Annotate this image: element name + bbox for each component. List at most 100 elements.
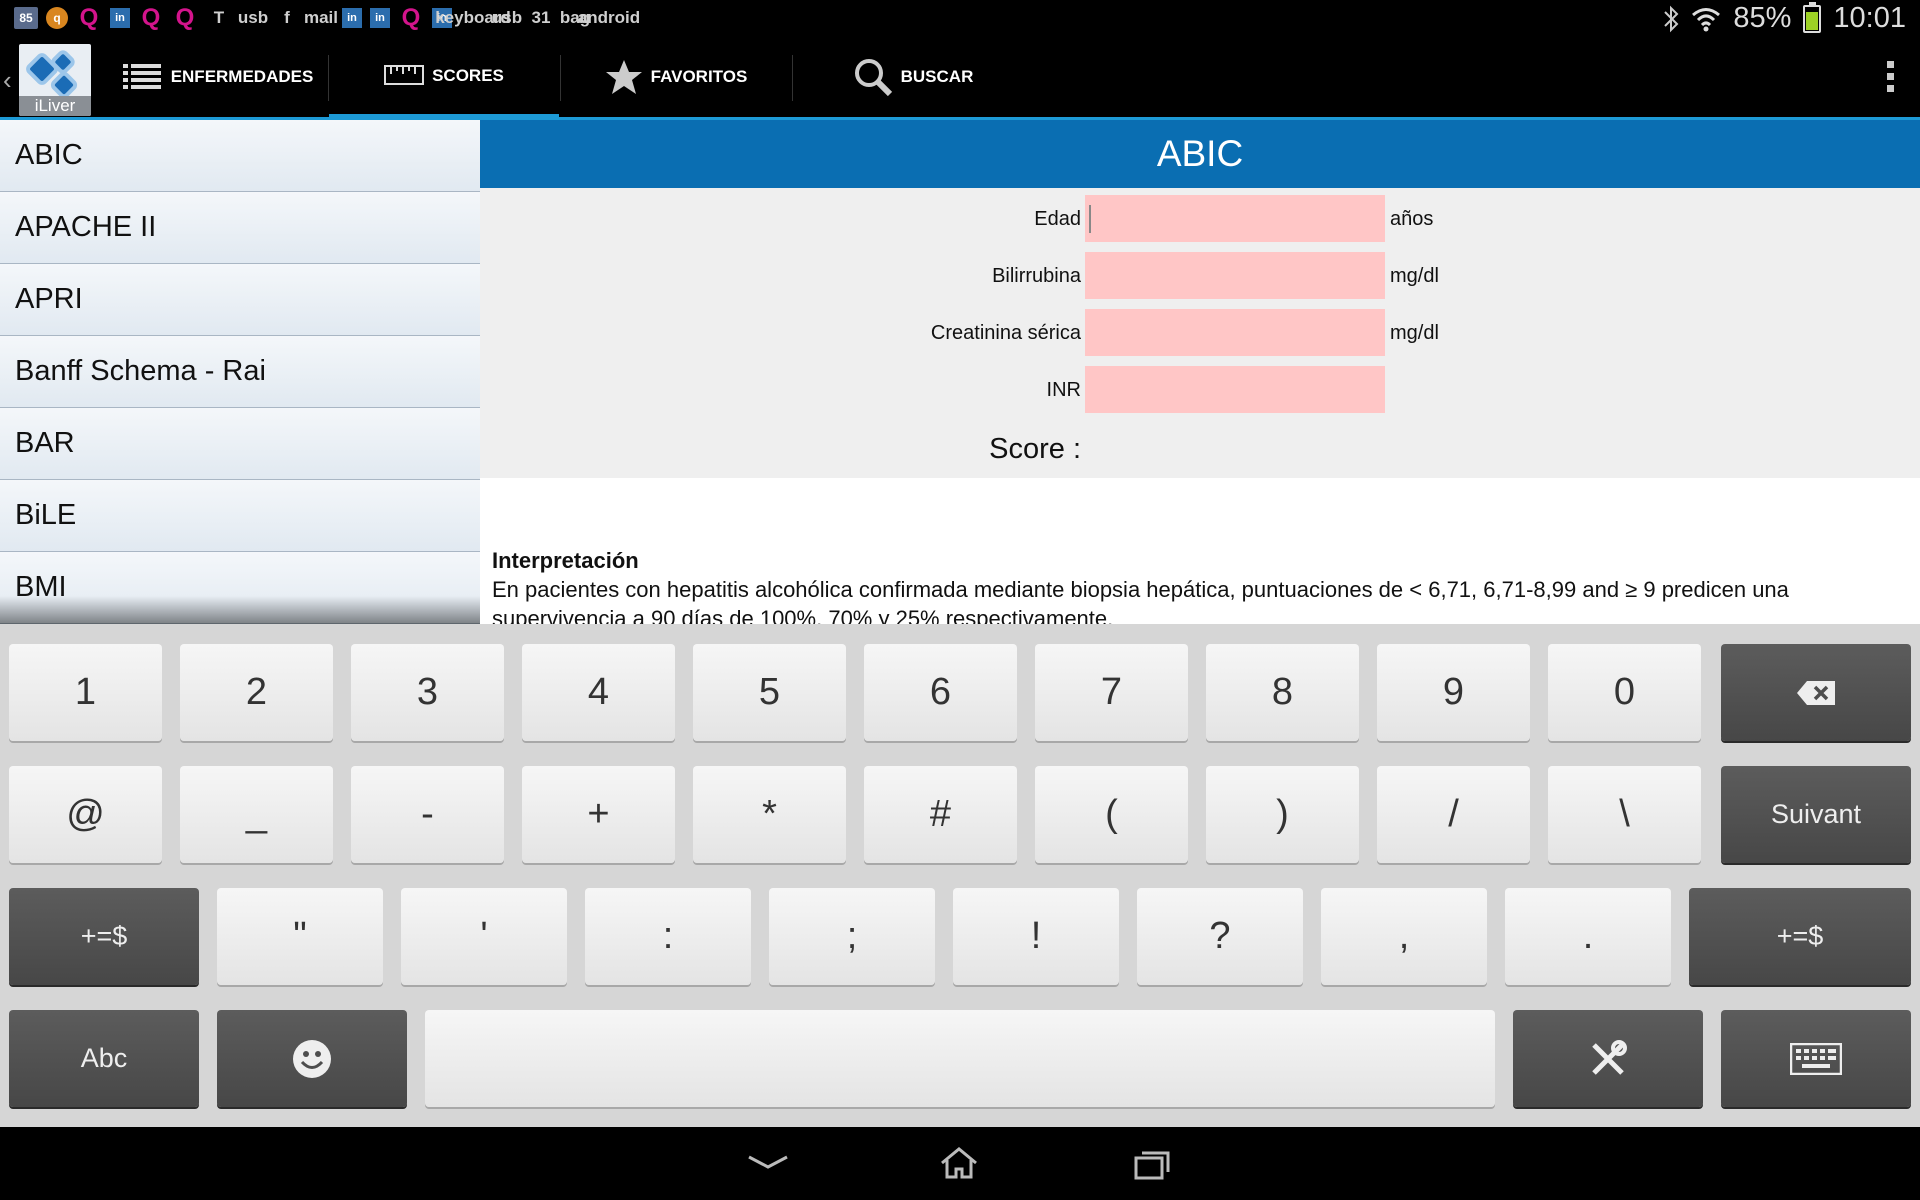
space-key[interactable] [425, 1010, 1495, 1107]
key-label: 9 [1442, 671, 1465, 713]
field-unit: años [1390, 208, 1434, 230]
inr-input[interactable] [1085, 366, 1385, 413]
key-label: Abc [80, 1043, 128, 1073]
overflow-menu-icon[interactable] [1887, 61, 1894, 92]
key-label: ? [1209, 915, 1231, 957]
keyboard-key[interactable]: ? [1137, 888, 1303, 985]
keyboard-key[interactable]: / [1377, 766, 1530, 863]
key-label: 7 [1100, 671, 1123, 713]
list-item[interactable]: Banff Schema - Rai [0, 336, 480, 408]
chevron-left-icon[interactable]: ‹ [3, 65, 12, 96]
key-label: - [421, 793, 434, 835]
key-label: ! [1030, 915, 1042, 957]
wifi-icon [1692, 7, 1721, 31]
calculator-form: Edad años Bilirrubina mg/dl Creatinina s… [480, 188, 1920, 478]
key-label: \ [1619, 793, 1630, 835]
field-label: Creatinina sérica [930, 322, 1081, 344]
list-icon [122, 64, 161, 89]
key-label: / [1448, 793, 1459, 835]
key-label: 3 [416, 671, 439, 713]
tab-enfermedades[interactable]: ENFERMEDADES [118, 37, 318, 117]
emoji-key[interactable] [217, 1010, 407, 1107]
search-icon [854, 59, 892, 97]
action-bar: ‹ iLiver ENFERMEDADES SCORES FAVORITOS B… [0, 37, 1920, 120]
keyboard-key[interactable]: 5 [693, 644, 846, 741]
keyboard-key[interactable]: 8 [1206, 644, 1359, 741]
keyboard-key[interactable]: 7 [1035, 644, 1188, 741]
tab-buscar[interactable]: BUSCAR [793, 37, 1033, 117]
tab-scores[interactable]: SCORES [329, 37, 559, 120]
keyboard-key[interactable]: - [351, 766, 504, 863]
key-label: 1 [74, 671, 97, 713]
navigation-bar [0, 1127, 1920, 1200]
list-item[interactable]: APRI [0, 264, 480, 336]
key-label: , [1398, 915, 1410, 957]
keyboard-icon [1790, 1042, 1842, 1075]
back-chevron-down-icon[interactable] [743, 1143, 793, 1183]
key-label: * [762, 793, 777, 835]
keyboard-key[interactable]: _ [180, 766, 333, 863]
list-item[interactable]: BiLE [0, 480, 480, 552]
backspace-key[interactable] [1721, 644, 1911, 741]
keyboard-key[interactable]: ) [1206, 766, 1359, 863]
keyboard-key[interactable]: 3 [351, 644, 504, 741]
key-label: 5 [758, 671, 781, 713]
key-label: 2 [245, 671, 268, 713]
keyboard-key[interactable]: + [522, 766, 675, 863]
battery-percent: 85% [1733, 2, 1792, 34]
keyboard-key[interactable]: " [217, 888, 383, 985]
next-key[interactable]: Suivant [1721, 766, 1911, 863]
edad-input[interactable] [1085, 195, 1385, 242]
settings-key[interactable] [1513, 1010, 1703, 1107]
abc-key[interactable]: Abc [9, 1010, 199, 1107]
keyboard-key[interactable]: # [864, 766, 1017, 863]
field-row-creatinina: Creatinina sérica mg/dl [480, 309, 1920, 357]
tab-favoritos[interactable]: FAVORITOS [561, 37, 791, 117]
field-label: INR [1046, 379, 1081, 401]
tab-label: FAVORITOS [650, 67, 748, 86]
notification-icon: Q [141, 4, 161, 31]
smiley-icon [293, 1039, 331, 1078]
hide-keyboard-key[interactable] [1721, 1010, 1911, 1107]
notification-icon: usb [237, 8, 269, 27]
status-bar: 85 q Qin Q Q Tusb f mail in in Qin keyboard usb 31 bag… [0, 0, 1920, 37]
list-item[interactable]: BMI [0, 552, 480, 624]
interpretation-text: En pacientes con hepatitis alcohólica co… [492, 577, 1789, 624]
keyboard-key[interactable]: ' [401, 888, 567, 985]
tab-label: ENFERMEDADES [170, 67, 314, 86]
keyboard-key[interactable]: ( [1035, 766, 1188, 863]
keyboard-key[interactable]: 2 [180, 644, 333, 741]
ruler-icon [384, 64, 425, 85]
notification-icon: keyboard [435, 8, 511, 27]
notification-icon: f [284, 8, 290, 27]
keyboard-key[interactable]: 6 [864, 644, 1017, 741]
keyboard-key[interactable]: , [1321, 888, 1487, 985]
keyboard-key[interactable]: ! [953, 888, 1119, 985]
star-icon [605, 60, 642, 94]
keyboard-key[interactable]: 1 [9, 644, 162, 741]
key-label: # [929, 793, 952, 835]
list-item[interactable]: ABIC [0, 120, 480, 192]
keyboard-key[interactable]: . [1505, 888, 1671, 985]
field-label: Edad [1034, 208, 1081, 230]
keyboard-key[interactable]: 4 [522, 644, 675, 741]
keyboard-key[interactable]: \ [1548, 766, 1701, 863]
keyboard-key[interactable]: : [585, 888, 751, 985]
keyboard-key[interactable]: @ [9, 766, 162, 863]
key-label: . [1582, 915, 1594, 957]
list-item[interactable]: APACHE II [0, 192, 480, 264]
creatinina-input[interactable] [1085, 309, 1385, 356]
field-unit: mg/dl [1390, 265, 1439, 287]
bilirrubina-input[interactable] [1085, 252, 1385, 299]
keyboard-key[interactable]: * [693, 766, 846, 863]
keyboard-key[interactable]: 0 [1548, 644, 1701, 741]
app-logo[interactable]: iLiver [19, 44, 91, 116]
notification-icon: 31 [531, 8, 551, 27]
keyboard-key[interactable]: ; [769, 888, 935, 985]
recent-apps-icon[interactable] [1126, 1143, 1176, 1183]
symbols-shift-key-right[interactable]: +=$ [1689, 888, 1911, 985]
list-item[interactable]: BAR [0, 408, 480, 480]
home-icon[interactable] [934, 1143, 984, 1183]
symbols-shift-key-left[interactable]: +=$ [9, 888, 199, 985]
keyboard-key[interactable]: 9 [1377, 644, 1530, 741]
